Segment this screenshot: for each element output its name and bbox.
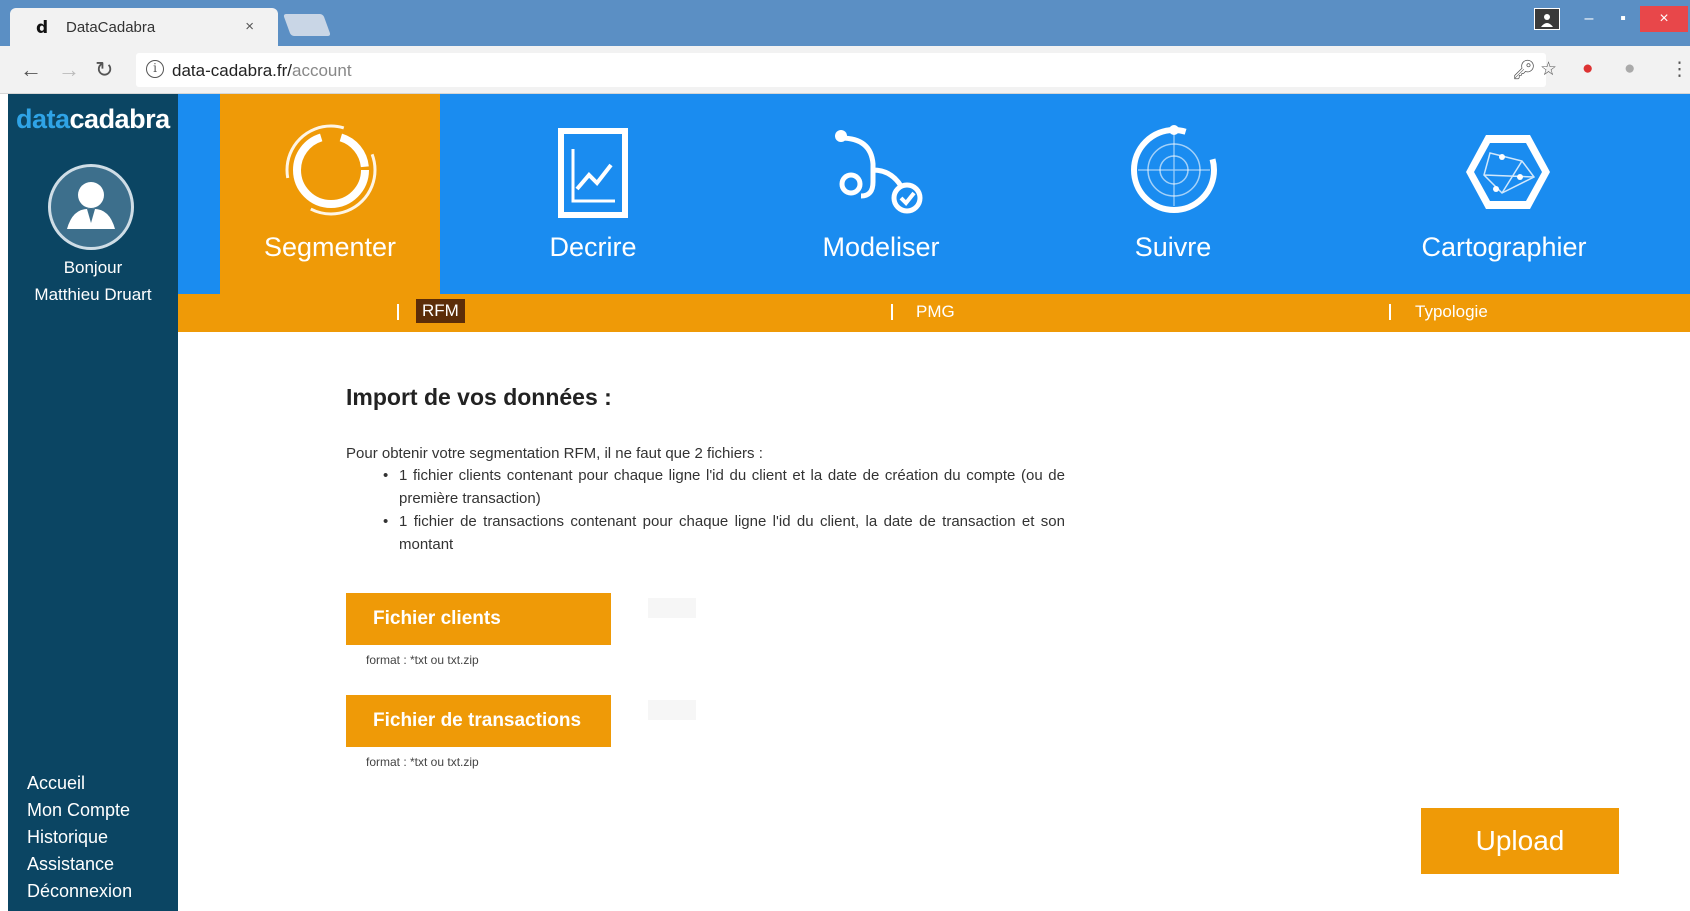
window-restore-button[interactable]: ▪	[1608, 6, 1638, 32]
sidebar-item-deconnexion[interactable]: Déconnexion	[27, 878, 132, 905]
browser-tab[interactable]: d DataCadabra ×	[10, 8, 278, 46]
datacadabra-favicon-icon: d	[36, 18, 49, 38]
greeting: Bonjour Matthieu Druart	[8, 254, 178, 308]
greeting-user-name: Matthieu Druart	[34, 285, 152, 304]
file-transactions-status	[648, 700, 696, 720]
file-clients-status	[648, 598, 696, 618]
key-icon[interactable]: 🔑︎	[1512, 58, 1536, 82]
tab-decrire[interactable]: Decrire	[488, 94, 698, 294]
sidebar-item-accueil[interactable]: Accueil	[27, 770, 132, 797]
intro-text: Pour obtenir votre segmentation RFM, il …	[346, 445, 763, 462]
profile-icon[interactable]	[1534, 8, 1560, 30]
file-transactions-button[interactable]: Fichier de transactions	[346, 695, 611, 747]
new-tab-button[interactable]	[282, 14, 332, 36]
sidebar-item-assistance[interactable]: Assistance	[27, 851, 132, 878]
stethoscope-icon	[835, 130, 923, 214]
target-radar-icon	[1131, 125, 1217, 213]
extension-icon[interactable]: ●	[1582, 58, 1593, 80]
datacadabra-logo[interactable]: datacadabra	[16, 104, 170, 135]
chart-document-icon	[558, 128, 628, 218]
tab-suivre-label: Suivre	[1134, 232, 1212, 262]
sidebar: datacadabra Bonjour Matthieu Druart Accu…	[8, 94, 178, 911]
greeting-line-hello: Bonjour	[63, 258, 123, 277]
address-bar: ← → ↻ i data-cadabra.fr/account 🔑︎ ☆ ● ●…	[0, 46, 1690, 94]
subtab-typologie[interactable]: Typologie	[1415, 302, 1488, 322]
tab-cartographier[interactable]: Cartographier	[1354, 94, 1654, 294]
file-clients-format-hint: format : *txt ou txt.zip	[366, 653, 479, 667]
tab-decrire-label: Decrire	[549, 232, 637, 262]
tab-cartographier-label: Cartographier	[1421, 232, 1587, 262]
sub-nav-divider	[397, 304, 399, 320]
window-close-button[interactable]: ×	[1640, 6, 1688, 32]
info-icon[interactable]: i	[146, 60, 164, 78]
tab-modeliser-label: Modeliser	[822, 232, 940, 262]
avatar[interactable]	[48, 164, 134, 250]
upload-button[interactable]: Upload	[1421, 808, 1619, 874]
hexagon-map-icon	[1466, 135, 1550, 209]
tab-modeliser[interactable]: Modeliser	[776, 94, 986, 294]
sub-nav-divider	[1389, 304, 1391, 320]
sidebar-item-historique[interactable]: Historique	[27, 824, 132, 851]
page-title: Import de vos données :	[346, 384, 612, 410]
browser-titlebar: d DataCadabra × – ▪ ×	[0, 0, 1690, 46]
tab-suivre[interactable]: Suivre	[1068, 94, 1278, 294]
subtab-pmg[interactable]: PMG	[916, 302, 955, 322]
extension-gray-icon[interactable]: ●	[1624, 58, 1635, 80]
url-input[interactable]: i data-cadabra.fr/account	[136, 53, 1546, 87]
url-host: data-cadabra.fr/	[172, 61, 293, 80]
list-item: 1 fichier de transactions contenant pour…	[383, 510, 1065, 556]
menu-kebab-icon[interactable]: ⋮	[1670, 58, 1689, 81]
tab-close-icon[interactable]: ×	[245, 18, 254, 35]
sidebar-nav: Accueil Mon Compte Historique Assistance…	[27, 770, 132, 905]
url-path: account	[292, 61, 352, 80]
segment-ring-icon	[285, 124, 377, 216]
reload-icon[interactable]: ↻	[95, 57, 113, 83]
file-clients-button[interactable]: Fichier clients	[346, 593, 611, 645]
list-item: 1 fichier clients contenant pour chaque …	[383, 464, 1065, 510]
back-arrow-icon[interactable]: ←	[20, 57, 42, 83]
main-nav: Segmenter Decrire Modeliser Suivre Carto…	[178, 94, 1690, 294]
forward-arrow-icon[interactable]: →	[58, 57, 80, 83]
requirements-list: 1 fichier clients contenant pour chaque …	[383, 464, 1065, 556]
window-minimize-button[interactable]: –	[1574, 6, 1604, 32]
tab-segmenter[interactable]: Segmenter	[220, 94, 440, 294]
user-icon	[67, 182, 115, 229]
tab-title: DataCadabra	[66, 19, 156, 36]
bookmark-star-icon[interactable]: ☆	[1540, 58, 1557, 81]
sidebar-item-mon-compte[interactable]: Mon Compte	[27, 797, 132, 824]
subtab-rfm[interactable]: RFM	[416, 299, 465, 323]
file-transactions-format-hint: format : *txt ou txt.zip	[366, 755, 479, 769]
sub-nav-divider	[891, 304, 893, 320]
sub-nav: RFM PMG Typologie	[178, 294, 1690, 332]
tab-segmenter-label: Segmenter	[263, 232, 397, 262]
